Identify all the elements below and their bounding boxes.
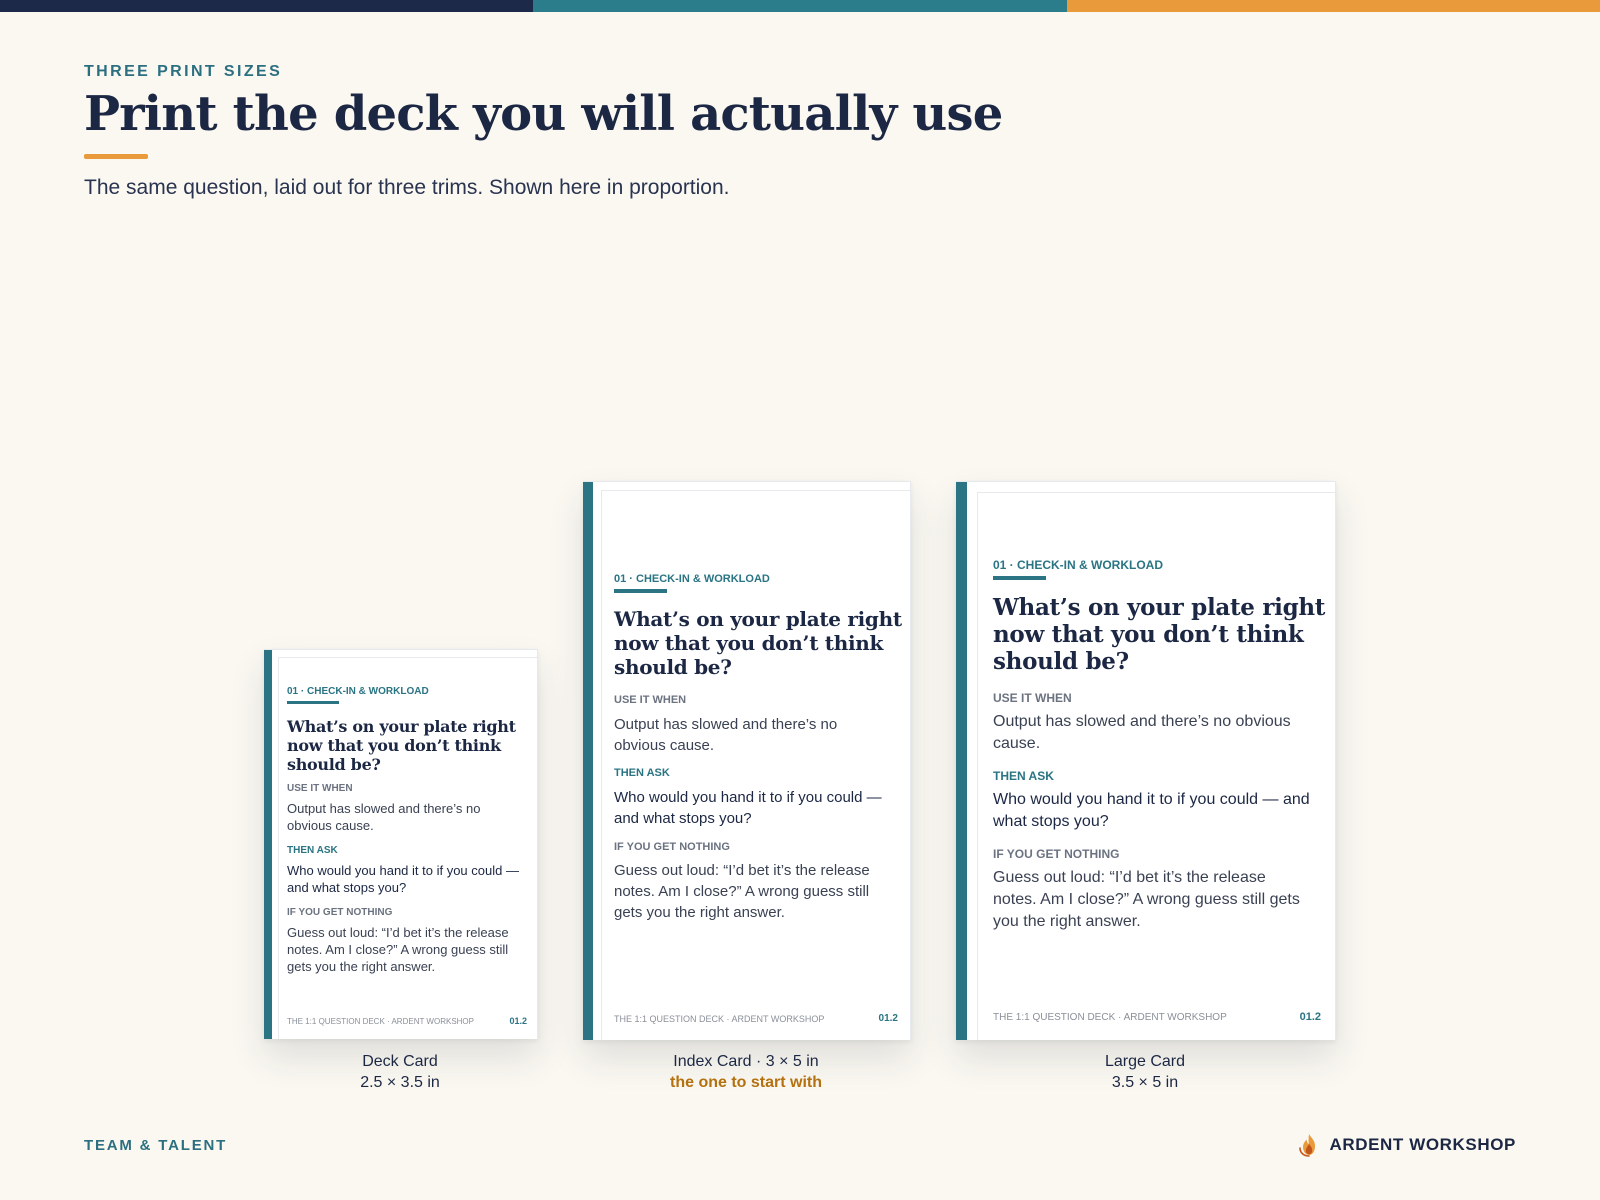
card-if-nothing: Guess out loud: “I’d bet it’s the releas… — [287, 925, 509, 974]
card-use-it-when-label: USE IT WHEN — [993, 691, 1072, 705]
flame-icon — [1299, 1134, 1316, 1157]
deck-card-preview: 01 · CHECK-IN & WORKLOAD What’s on your … — [264, 649, 538, 1039]
card-if-nothing: Guess out loud: “I’d bet it’s the releas… — [614, 862, 870, 921]
card-size-dimensions: 3.5 × 5 in — [1111, 1074, 1179, 1091]
card-number: 01.2 — [1299, 1011, 1321, 1023]
top-bar-teal-segment — [533, 0, 1067, 12]
card-if-nothing-label: IF YOU GET NOTHING — [614, 841, 730, 853]
card-footer: THE 1:1 QUESTION DECK · ARDENT WORKSHOP — [614, 1014, 825, 1024]
card-question: What’s on your plate right now that you … — [287, 717, 516, 774]
title-underline — [84, 154, 148, 159]
card-use-it-when: Output has slowed and there’s no obvious… — [993, 713, 1291, 752]
brand-name: ARDENT WORKSHOP — [1329, 1135, 1516, 1154]
card-use-it-when-label: USE IT WHEN — [614, 694, 687, 706]
card-category-rule — [614, 589, 667, 593]
card-then-ask: Who would you hand it to if you could — … — [287, 863, 519, 895]
card-question: What’s on your plate right now that you … — [614, 607, 902, 679]
top-color-bar — [0, 0, 1600, 12]
recommended-note: the one to start with — [670, 1074, 822, 1091]
card-then-ask: Who would you hand it to if you could — … — [993, 791, 1310, 830]
top-bar-orange-segment — [1066, 0, 1600, 12]
eyebrow-label: THREE PRINT SIZES — [84, 63, 283, 80]
card-use-it-when: Output has slowed and there’s no obvious… — [287, 801, 481, 833]
card-if-nothing-label: IF YOU GET NOTHING — [287, 907, 393, 918]
card-accent-stripe — [264, 650, 272, 1039]
card-category-rule — [287, 701, 339, 704]
large-card-caption: Large Card 3.5 × 5 in — [1045, 1051, 1245, 1093]
card-then-ask-label: THEN ASK — [287, 845, 338, 856]
card-question: What’s on your plate right now that you … — [993, 594, 1326, 675]
card-category: 01 · CHECK-IN & WORKLOAD — [287, 686, 429, 697]
card-then-ask-label: THEN ASK — [993, 769, 1054, 783]
card-size-name: Index Card · 3 × 5 in — [673, 1053, 819, 1070]
page-title: Print the deck you will actually use — [84, 86, 1003, 142]
card-then-ask: Who would you hand it to if you could — … — [614, 789, 882, 827]
card-category: 01 · CHECK-IN & WORKLOAD — [993, 558, 1163, 572]
page-subtitle: The same question, laid out for three tr… — [84, 176, 730, 199]
card-then-ask-label: THEN ASK — [614, 767, 670, 779]
index-card-preview: 01 · CHECK-IN & WORKLOAD What’s on your … — [583, 481, 911, 1040]
large-card-preview: 01 · CHECK-IN & WORKLOAD What’s on your … — [956, 481, 1336, 1040]
card-size-name: Large Card — [1104, 1053, 1186, 1070]
card-footer: THE 1:1 QUESTION DECK · ARDENT WORKSHOP — [993, 1012, 1227, 1023]
index-card-caption: Index Card · 3 × 5 in the one to start w… — [616, 1051, 876, 1093]
card-number: 01.2 — [878, 1013, 898, 1024]
card-number: 01.2 — [509, 1016, 527, 1026]
deck-card-caption: Deck Card 2.5 × 3.5 in — [300, 1051, 500, 1093]
card-if-nothing-label: IF YOU GET NOTHING — [993, 847, 1120, 861]
card-trim-border — [977, 492, 1335, 1040]
card-category: 01 · CHECK-IN & WORKLOAD — [614, 573, 770, 585]
section-label: TEAM & TALENT — [84, 1137, 228, 1154]
card-if-nothing: Guess out loud: “I’d bet it’s the releas… — [993, 869, 1300, 930]
top-bar-navy-segment — [0, 0, 534, 12]
card-accent-stripe — [956, 482, 967, 1040]
card-size-name: Deck Card — [362, 1053, 438, 1070]
card-use-it-when-label: USE IT WHEN — [287, 783, 353, 794]
card-use-it-when: Output has slowed and there’s no obvious… — [614, 716, 838, 754]
card-size-dimensions: 2.5 × 3.5 in — [360, 1074, 440, 1091]
brand-lockup: ARDENT WORKSHOP — [1298, 1133, 1516, 1157]
card-footer: THE 1:1 QUESTION DECK · ARDENT WORKSHOP — [287, 1017, 474, 1026]
card-category-rule — [993, 576, 1046, 580]
card-accent-stripe — [583, 482, 593, 1040]
